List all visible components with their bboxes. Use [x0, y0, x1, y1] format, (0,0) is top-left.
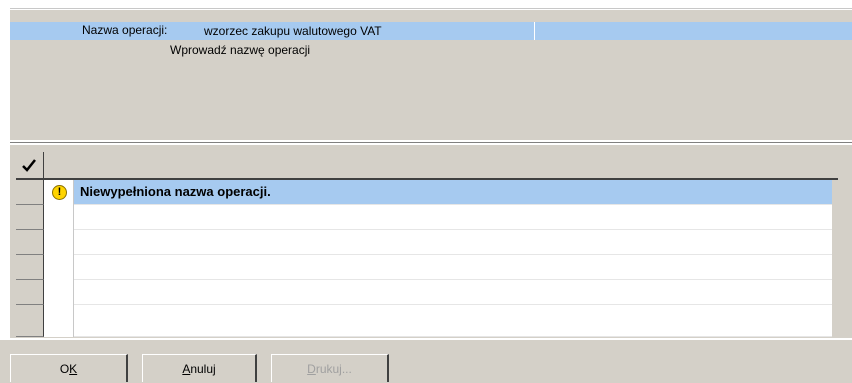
cancel-button-label: Anuluj	[182, 362, 216, 376]
row-selector[interactable]	[16, 305, 44, 337]
message-row[interactable]: ! Niewypełniona nazwa operacji.	[16, 180, 832, 205]
messages-panel: ! Niewypełniona nazwa operacji.	[10, 145, 852, 338]
ok-button-label: OK	[59, 362, 78, 376]
field-divider	[534, 22, 535, 40]
message-text	[74, 205, 832, 230]
form-panel: Nazwa operacji: wzorzec zakupu walutoweg…	[10, 10, 852, 140]
top-divider	[10, 8, 852, 9]
message-text	[74, 280, 832, 305]
row-selector[interactable]	[16, 280, 44, 305]
row-icon-cell	[44, 280, 74, 305]
message-row[interactable]	[16, 255, 832, 280]
cancel-button[interactable]: Anuluj	[142, 354, 257, 382]
warning-icon: !	[52, 185, 67, 200]
operation-name-label: Nazwa operacji:	[82, 23, 168, 37]
row-selector[interactable]	[16, 205, 44, 230]
message-text	[74, 255, 832, 280]
message-row[interactable]	[16, 205, 832, 230]
message-text	[74, 305, 832, 337]
grid-body: ! Niewypełniona nazwa operacji.	[16, 180, 832, 337]
print-button[interactable]: Drukuj...	[271, 354, 389, 382]
message-text: Niewypełniona nazwa operacji.	[74, 180, 832, 205]
operation-name-hint: Wprowadź nazwę operacji	[170, 43, 311, 57]
select-all-column[interactable]	[16, 152, 44, 178]
message-row[interactable]	[16, 280, 832, 305]
message-text	[74, 230, 832, 255]
row-icon-cell	[44, 255, 74, 280]
message-row[interactable]	[16, 305, 832, 337]
row-selector[interactable]	[16, 255, 44, 280]
row-icon-cell	[44, 230, 74, 255]
message-row[interactable]	[16, 230, 832, 255]
row-icon-cell: !	[44, 180, 74, 205]
grid-header	[16, 152, 838, 180]
button-bar: OK Anuluj Drukuj...	[0, 340, 852, 383]
row-selector[interactable]	[16, 180, 44, 205]
operation-name-field[interactable]: wzorzec zakupu walutowego VAT	[200, 22, 532, 40]
print-button-label: Drukuj...	[307, 362, 352, 376]
operation-name-row: Nazwa operacji: wzorzec zakupu walutoweg…	[10, 22, 852, 40]
checkmark-icon	[22, 159, 36, 172]
row-icon-cell	[44, 205, 74, 230]
messages-grid: ! Niewypełniona nazwa operacji.	[16, 152, 838, 337]
row-selector[interactable]	[16, 230, 44, 255]
row-icon-cell	[44, 305, 74, 337]
ok-button[interactable]: OK	[10, 354, 128, 382]
